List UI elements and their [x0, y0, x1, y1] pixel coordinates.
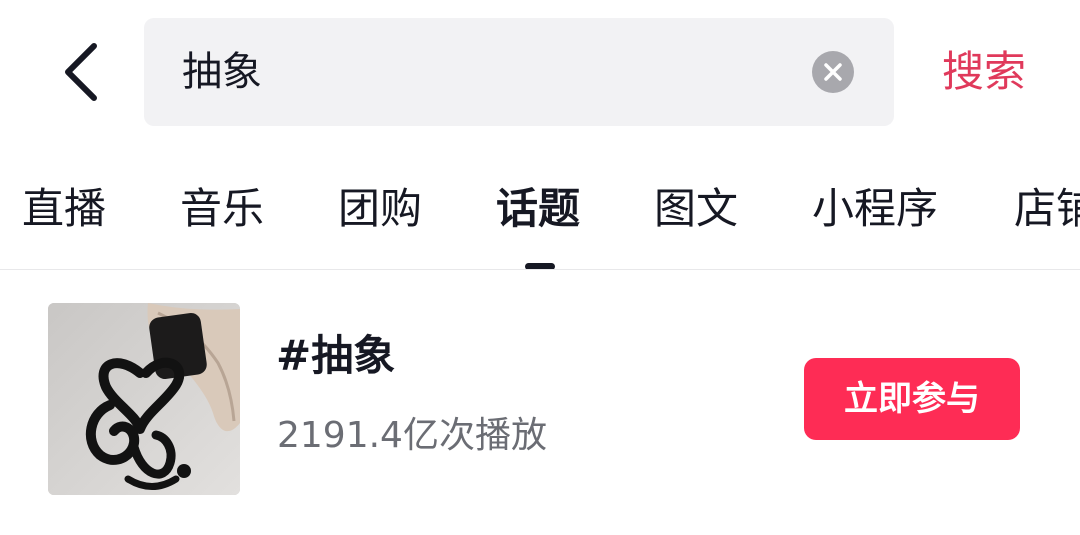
topic-thumbnail[interactable] [48, 303, 240, 495]
close-icon [824, 63, 842, 81]
join-topic-button[interactable]: 立即参与 [804, 358, 1020, 440]
search-query-text[interactable]: 抽象 [182, 18, 262, 126]
topic-play-count: 2191.4亿次播放 [277, 415, 547, 456]
tab-music[interactable]: 音乐 [180, 176, 264, 242]
topic-title[interactable]: #抽象 [276, 328, 395, 384]
abstract-heart-drawing-image [48, 303, 240, 495]
tab-mini-programs[interactable]: 小程序 [812, 176, 938, 242]
tab-live[interactable]: 直播 [22, 176, 106, 242]
search-submit-button[interactable]: 搜索 [942, 18, 1026, 126]
search-results-page: 抽象 搜索 直播 音乐 团购 话题 图文 小程序 店铺 #抽象 2191.4亿次… [0, 0, 1080, 535]
tab-topics[interactable]: 话题 [496, 176, 580, 242]
tab-image-text[interactable]: 图文 [654, 176, 738, 242]
tab-stores[interactable]: 店铺 [1014, 176, 1080, 242]
topic-result-item[interactable]: #抽象 2191.4亿次播放 立即参与 [0, 270, 1080, 535]
search-header: 抽象 搜索 [0, 0, 1080, 140]
chevron-left-icon [65, 43, 97, 101]
search-input[interactable]: 抽象 [144, 18, 894, 126]
back-button[interactable] [50, 38, 110, 106]
category-tabs: 直播 音乐 团购 话题 图文 小程序 店铺 [0, 140, 1080, 270]
clear-search-button[interactable] [812, 51, 854, 93]
tab-group-buy[interactable]: 团购 [338, 176, 422, 242]
